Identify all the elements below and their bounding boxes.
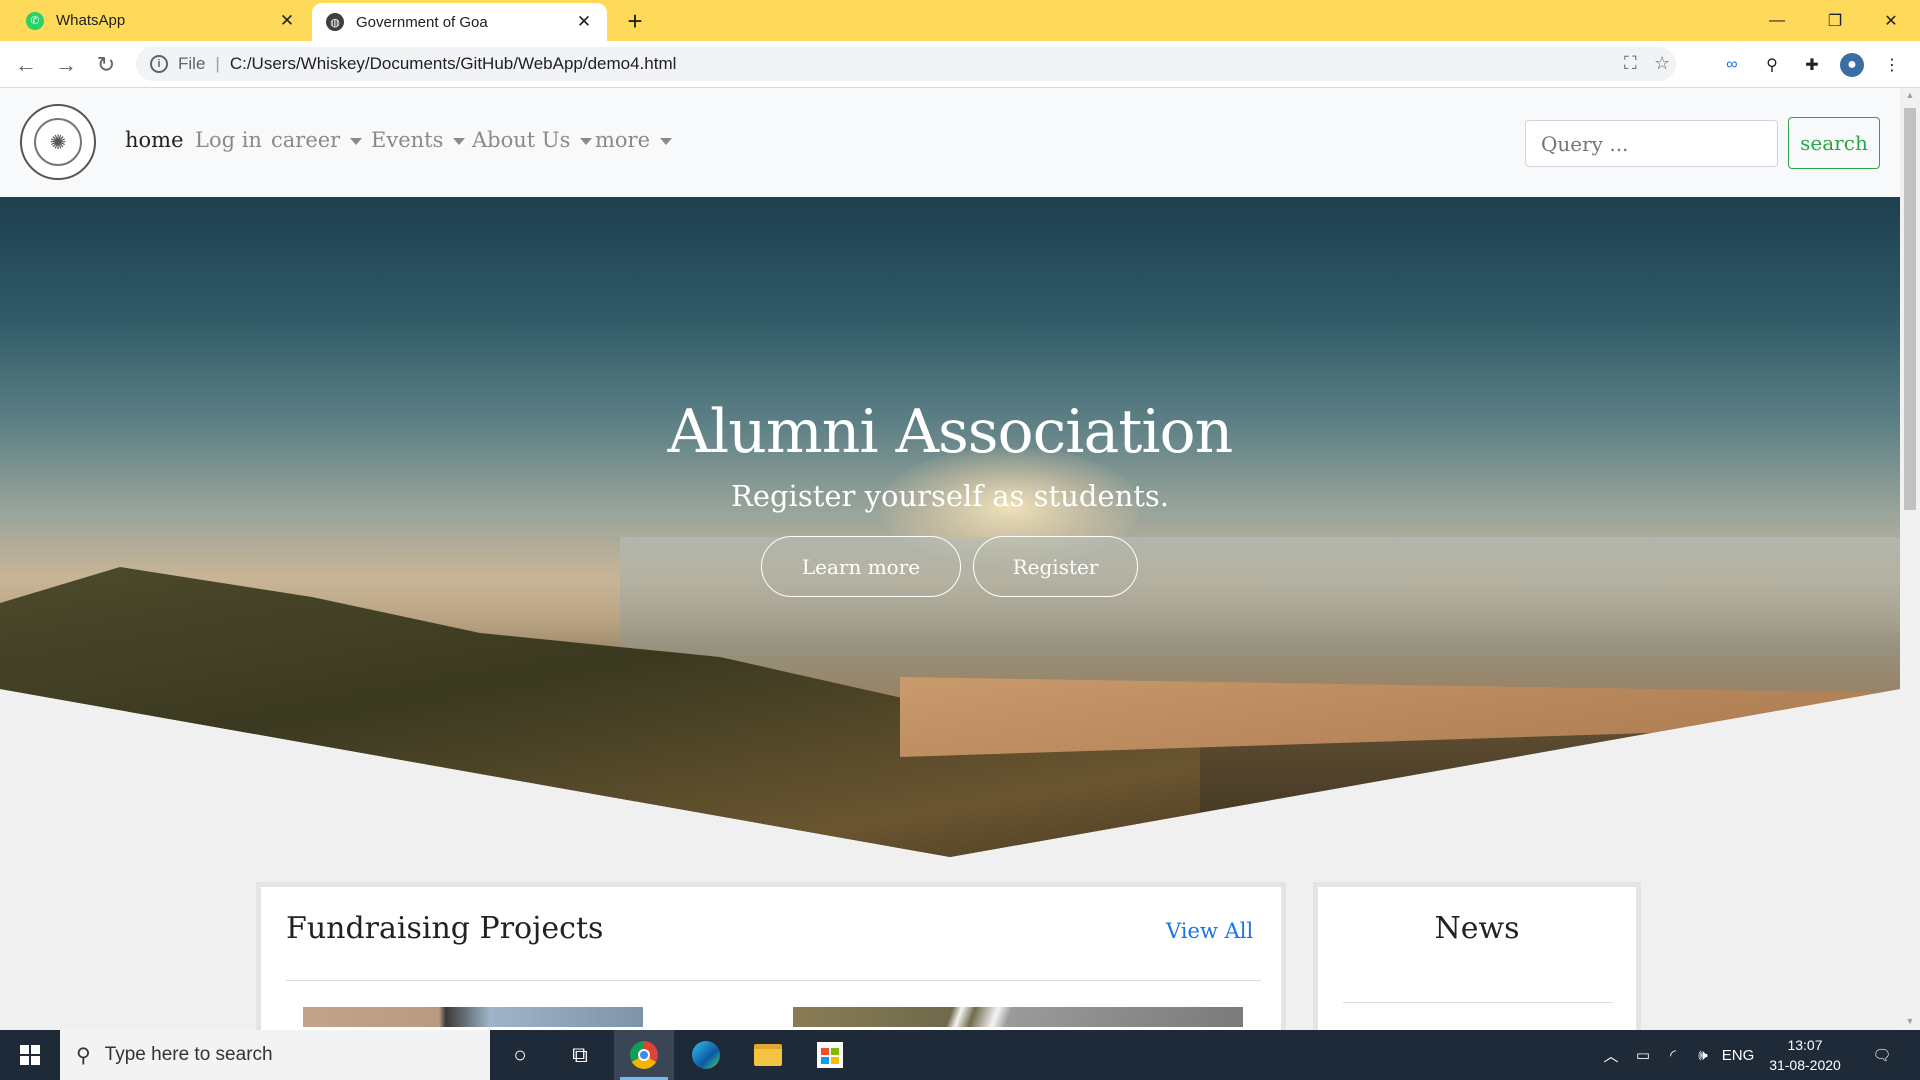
whatsapp-icon: ✆	[26, 11, 44, 30]
notifications-icon[interactable]: 🗨	[1862, 1030, 1902, 1080]
address-bar[interactable]: i File | C:/Users/Whiskey/Documents/GitH…	[136, 47, 1676, 81]
news-card: News	[1313, 882, 1641, 1030]
globe-icon: ◍	[326, 13, 344, 31]
search-button[interactable]: search	[1788, 117, 1880, 169]
chevron-down-icon	[453, 137, 466, 145]
restore-icon[interactable]: ❐	[1806, 0, 1864, 41]
clock-time: 13:07	[1787, 1037, 1823, 1053]
wifi-icon[interactable]: ◜	[1658, 1030, 1688, 1080]
learn-more-button[interactable]: Learn more	[761, 536, 961, 597]
windows-logo-icon	[20, 1045, 40, 1065]
search-input[interactable]	[1525, 120, 1778, 167]
hero-subtitle: Register yourself as students.	[730, 479, 1170, 513]
card-title: News	[1434, 911, 1520, 946]
browser-tab-strip: ✆ WhatsApp ✕ ◍ Government of Goa ✕ + — ❐…	[0, 0, 1920, 41]
web-page: ✺ home Log in career Events About Us mor…	[0, 88, 1900, 1030]
hero-title: Alumni Association	[667, 397, 1234, 467]
task-view-icon[interactable]: ⧉	[550, 1030, 610, 1080]
tab-title: WhatsApp	[56, 12, 126, 29]
scrollbar-thumb[interactable]	[1904, 108, 1916, 510]
tab-government-of-goa[interactable]: ◍ Government of Goa ✕	[312, 3, 607, 41]
tab-title: Government of Goa	[356, 13, 488, 31]
folder-icon	[754, 1044, 782, 1066]
nav-log-in-label: Log in	[195, 128, 262, 152]
reload-icon[interactable]: ↻	[90, 49, 122, 81]
nav-career-label: career	[271, 128, 341, 152]
nav-more[interactable]: more	[595, 128, 673, 152]
file-explorer-taskbar-icon[interactable]	[738, 1030, 798, 1080]
language-indicator[interactable]: ENG	[1718, 1030, 1758, 1080]
divider	[286, 980, 1261, 981]
extensions-puzzle-icon[interactable]: ✚	[1800, 53, 1824, 77]
url-separator: |	[215, 54, 220, 73]
browser-toolbar: ← → ↻ i File | C:/Users/Whiskey/Document…	[0, 41, 1920, 88]
nav-more-label: more	[595, 128, 651, 152]
start-button[interactable]	[0, 1030, 60, 1080]
edge-taskbar-icon[interactable]	[676, 1030, 736, 1080]
nav-home[interactable]: home	[125, 128, 184, 152]
show-hidden-icons-icon[interactable]: ︿	[1598, 1030, 1624, 1080]
profile-avatar[interactable]: ●	[1840, 53, 1864, 77]
windows-taskbar: ⚲ Type here to search ○ ⧉ ︿ ▭ ◜ 🕪 ENG 13…	[0, 1030, 1920, 1080]
store-icon	[817, 1042, 843, 1068]
project-image[interactable]	[303, 1007, 643, 1027]
nav-about-us-label: About Us	[472, 128, 571, 152]
divider	[1343, 1002, 1613, 1003]
scroll-up-arrow-icon[interactable]: ▲	[1904, 90, 1916, 102]
extension-infinity-icon[interactable]: ∞	[1720, 53, 1744, 77]
chevron-down-icon	[660, 137, 673, 145]
government-emblem-logo[interactable]: ✺	[20, 104, 96, 180]
nav-events[interactable]: Events	[371, 128, 466, 152]
nav-about-us[interactable]: About Us	[472, 128, 593, 152]
search-icon: ⚲	[76, 1044, 91, 1067]
forward-icon[interactable]: →	[50, 49, 82, 81]
chrome-icon	[630, 1041, 658, 1069]
register-button[interactable]: Register	[973, 536, 1138, 597]
taskbar-search-box[interactable]: ⚲ Type here to search	[60, 1030, 490, 1080]
chevron-down-icon	[350, 137, 363, 145]
site-navbar: ✺ home Log in career Events About Us mor…	[0, 88, 1900, 197]
project-image[interactable]	[793, 1007, 1243, 1027]
url-scheme: File	[178, 54, 206, 73]
fundraising-projects-card: Fundraising Projects View All	[256, 882, 1286, 1030]
taskbar-search-placeholder: Type here to search	[104, 1044, 273, 1065]
back-icon[interactable]: ←	[10, 49, 42, 81]
close-tab-icon[interactable]: ✕	[573, 11, 595, 33]
new-tab-button[interactable]: +	[620, 6, 650, 36]
bookmark-star-icon[interactable]: ☆	[1654, 53, 1670, 74]
chrome-taskbar-icon[interactable]	[614, 1030, 674, 1080]
hero-banner: Alumni Association Register yourself as …	[0, 197, 1900, 857]
tab-whatsapp[interactable]: ✆ WhatsApp ✕	[0, 0, 310, 41]
card-title: Fundraising Projects	[286, 911, 604, 946]
info-icon[interactable]: i	[150, 55, 168, 73]
cortana-icon[interactable]: ○	[490, 1030, 550, 1080]
minimize-icon[interactable]: —	[1748, 0, 1806, 41]
chevron-down-icon	[580, 137, 593, 145]
emblem-icon: ✺	[34, 118, 82, 166]
translate-icon[interactable]: ⛶	[1624, 53, 1637, 74]
store-taskbar-icon[interactable]	[800, 1030, 860, 1080]
edge-icon	[692, 1041, 720, 1069]
window-close-icon[interactable]: ✕	[1862, 0, 1920, 41]
clock[interactable]: 13:07 31-08-2020	[1760, 1035, 1850, 1075]
battery-icon[interactable]: ▭	[1628, 1030, 1658, 1080]
view-all-link[interactable]: View All	[1166, 919, 1253, 943]
nav-home-label: home	[125, 128, 184, 152]
clock-date: 31-08-2020	[1769, 1057, 1841, 1073]
nav-career[interactable]: career	[271, 128, 363, 152]
close-tab-icon[interactable]: ✕	[276, 10, 298, 32]
menu-kebab-icon[interactable]: ⋮	[1880, 53, 1904, 77]
extension-search-icon[interactable]: ⚲	[1760, 53, 1784, 77]
nav-log-in[interactable]: Log in	[195, 128, 262, 152]
scroll-down-arrow-icon[interactable]: ▼	[1904, 1016, 1916, 1028]
url-text: C:/Users/Whiskey/Documents/GitHub/WebApp…	[229, 54, 677, 73]
nav-events-label: Events	[371, 128, 444, 152]
page-scrollbar[interactable]: ▲ ▼	[1900, 88, 1920, 1030]
volume-icon[interactable]: 🕪	[1688, 1030, 1718, 1080]
